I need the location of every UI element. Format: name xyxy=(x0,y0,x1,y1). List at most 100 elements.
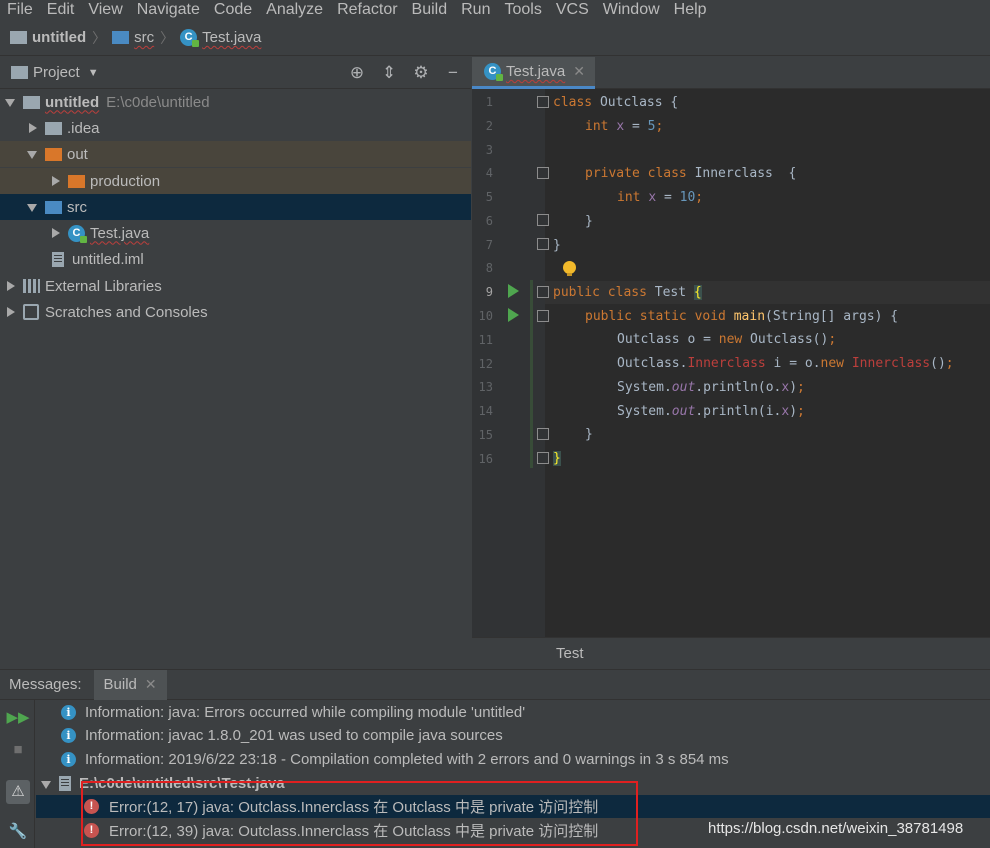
project-view-selector[interactable]: Project ▼ xyxy=(11,64,99,81)
menu-navigate[interactable]: Navigate xyxy=(130,0,207,20)
libraries-icon xyxy=(23,279,40,293)
code-line-16: } xyxy=(553,451,561,466)
breadcrumb-label: src xyxy=(134,29,155,46)
error-row[interactable]: ! Error:(12, 17) java: Outclass.Innercla… xyxy=(36,795,990,818)
tree-item-out[interactable]: out xyxy=(0,141,471,167)
java-class-icon: C xyxy=(484,63,503,81)
tree-item-label: Test.java xyxy=(90,224,150,242)
collapse-arrow-icon[interactable] xyxy=(5,307,15,317)
menu-build[interactable]: Build xyxy=(405,0,455,20)
tree-item-untitled[interactable]: untitled E:\c0de\untitled xyxy=(0,89,471,115)
message-row[interactable]: i Information: javac 1.8.0_201 was used … xyxy=(36,724,990,747)
menu-edit[interactable]: Edit xyxy=(40,0,82,20)
excluded-folder-icon xyxy=(68,174,85,188)
warning-filter-icon[interactable]: ⚠ xyxy=(6,780,30,804)
menu-analyze[interactable]: Analyze xyxy=(259,0,330,20)
expand-arrow-icon[interactable] xyxy=(5,97,15,107)
line-number: 15 xyxy=(478,428,493,442)
editor-tab-bar: C Test.java ✕ xyxy=(472,57,990,89)
rerun-icon[interactable]: ▶▶ xyxy=(6,706,30,730)
line-number: 13 xyxy=(478,380,493,394)
project-icon xyxy=(11,66,28,79)
fold-icon[interactable] xyxy=(537,310,549,322)
tree-item-scratches[interactable]: Scratches and Consoles xyxy=(0,299,471,325)
breadcrumb-src[interactable]: src 〉 xyxy=(112,28,174,48)
stop-icon[interactable]: ■ xyxy=(6,738,30,762)
fold-icon[interactable] xyxy=(537,96,549,108)
watermark: https://blog.csdn.net/weixin_38781498 xyxy=(708,820,964,837)
line-number: 16 xyxy=(478,452,493,466)
vcs-change-marker xyxy=(530,280,533,468)
menu-file[interactable]: File xyxy=(0,0,40,20)
line-number: 4 xyxy=(485,166,493,180)
breadcrumb-label: untitled xyxy=(32,29,87,46)
menu-code[interactable]: Code xyxy=(207,0,259,20)
menu-run[interactable]: Run xyxy=(454,0,497,20)
tree-item-untitled-iml[interactable]: untitled.iml xyxy=(0,246,471,272)
breadcrumb: untitled 〉 src 〉 C Test.java xyxy=(0,20,990,56)
tree-item-label: .idea xyxy=(67,119,100,137)
message-row[interactable]: i Information: 2019/6/22 23:18 - Compila… xyxy=(36,748,990,771)
code-line-1: class Outclass { xyxy=(553,95,679,110)
fold-icon[interactable] xyxy=(537,238,549,250)
expand-arrow-icon[interactable] xyxy=(41,779,51,789)
wrench-icon[interactable]: 🔧 xyxy=(6,820,30,844)
breadcrumb-untitled[interactable]: untitled 〉 xyxy=(10,28,106,48)
tab-build[interactable]: Build ✕ xyxy=(93,669,167,700)
chevron-right-icon: 〉 xyxy=(160,29,175,46)
expand-arrow-icon[interactable] xyxy=(27,202,37,212)
fold-icon[interactable] xyxy=(537,428,549,440)
lightbulb-icon[interactable] xyxy=(563,261,576,276)
breadcrumb-test-java[interactable]: C Test.java xyxy=(180,29,262,47)
info-icon: i xyxy=(61,752,76,767)
menu-window[interactable]: Window xyxy=(596,0,667,20)
close-icon[interactable]: ✕ xyxy=(573,63,585,80)
tree-item-label: untitled.iml xyxy=(72,250,144,268)
tree-item-src[interactable]: src xyxy=(0,194,471,220)
menu-help[interactable]: Help xyxy=(667,0,714,20)
line-number: 8 xyxy=(485,261,493,275)
collapse-icon[interactable]: ⇕ xyxy=(379,63,399,83)
project-panel-tools: ⊕ ⇕ ⚙ − xyxy=(347,63,463,83)
fold-icon[interactable] xyxy=(537,167,549,179)
menu-vcs[interactable]: VCS xyxy=(549,0,596,20)
editor-breadcrumb-footer[interactable]: Test xyxy=(472,637,990,668)
run-gutter-icon[interactable] xyxy=(508,284,519,298)
module-folder-icon xyxy=(23,95,40,109)
message-row[interactable]: i Information: java: Errors occurred whi… xyxy=(36,701,990,724)
minimize-icon[interactable]: − xyxy=(443,63,463,83)
collapse-arrow-icon[interactable] xyxy=(27,123,37,133)
tab-test-java[interactable]: C Test.java ✕ xyxy=(472,57,595,89)
line-number: 11 xyxy=(478,333,493,347)
tree-item-production[interactable]: production xyxy=(0,168,471,194)
menu-refactor[interactable]: Refactor xyxy=(330,0,404,20)
expand-arrow-icon[interactable] xyxy=(27,149,37,159)
tree-item-label: out xyxy=(67,145,88,163)
line-number: 14 xyxy=(478,404,493,418)
fold-icon[interactable] xyxy=(537,452,549,464)
tree-item-idea[interactable]: .idea xyxy=(0,115,471,141)
run-gutter-icon[interactable] xyxy=(508,308,519,322)
tree-item-label: src xyxy=(67,198,87,216)
tree-item-label: External Libraries xyxy=(45,277,162,295)
scratches-icon xyxy=(23,304,39,320)
tree-item-test-java[interactable]: C Test.java xyxy=(0,220,471,246)
gear-icon[interactable]: ⚙ xyxy=(411,63,431,83)
message-file-row[interactable]: E:\c0de\untitled\src\Test.java xyxy=(36,772,990,795)
collapse-arrow-icon[interactable] xyxy=(50,176,60,186)
code-line-2: int x = 5; xyxy=(585,119,664,134)
breadcrumb-label: Test.java xyxy=(202,29,262,46)
folder-icon xyxy=(45,121,62,135)
locate-icon[interactable]: ⊕ xyxy=(347,63,367,83)
fold-icon[interactable] xyxy=(537,214,549,226)
line-number: 6 xyxy=(485,214,493,228)
menu-view[interactable]: View xyxy=(81,0,129,20)
menu-tools[interactable]: Tools xyxy=(497,0,548,20)
collapse-arrow-icon[interactable] xyxy=(5,281,15,291)
source-folder-icon xyxy=(112,31,130,44)
fold-icon[interactable] xyxy=(537,286,549,298)
tab-label: Build xyxy=(103,676,137,693)
close-icon[interactable]: ✕ xyxy=(145,676,157,693)
tree-item-external-libraries[interactable]: External Libraries xyxy=(0,273,471,299)
collapse-arrow-icon[interactable] xyxy=(50,228,60,238)
